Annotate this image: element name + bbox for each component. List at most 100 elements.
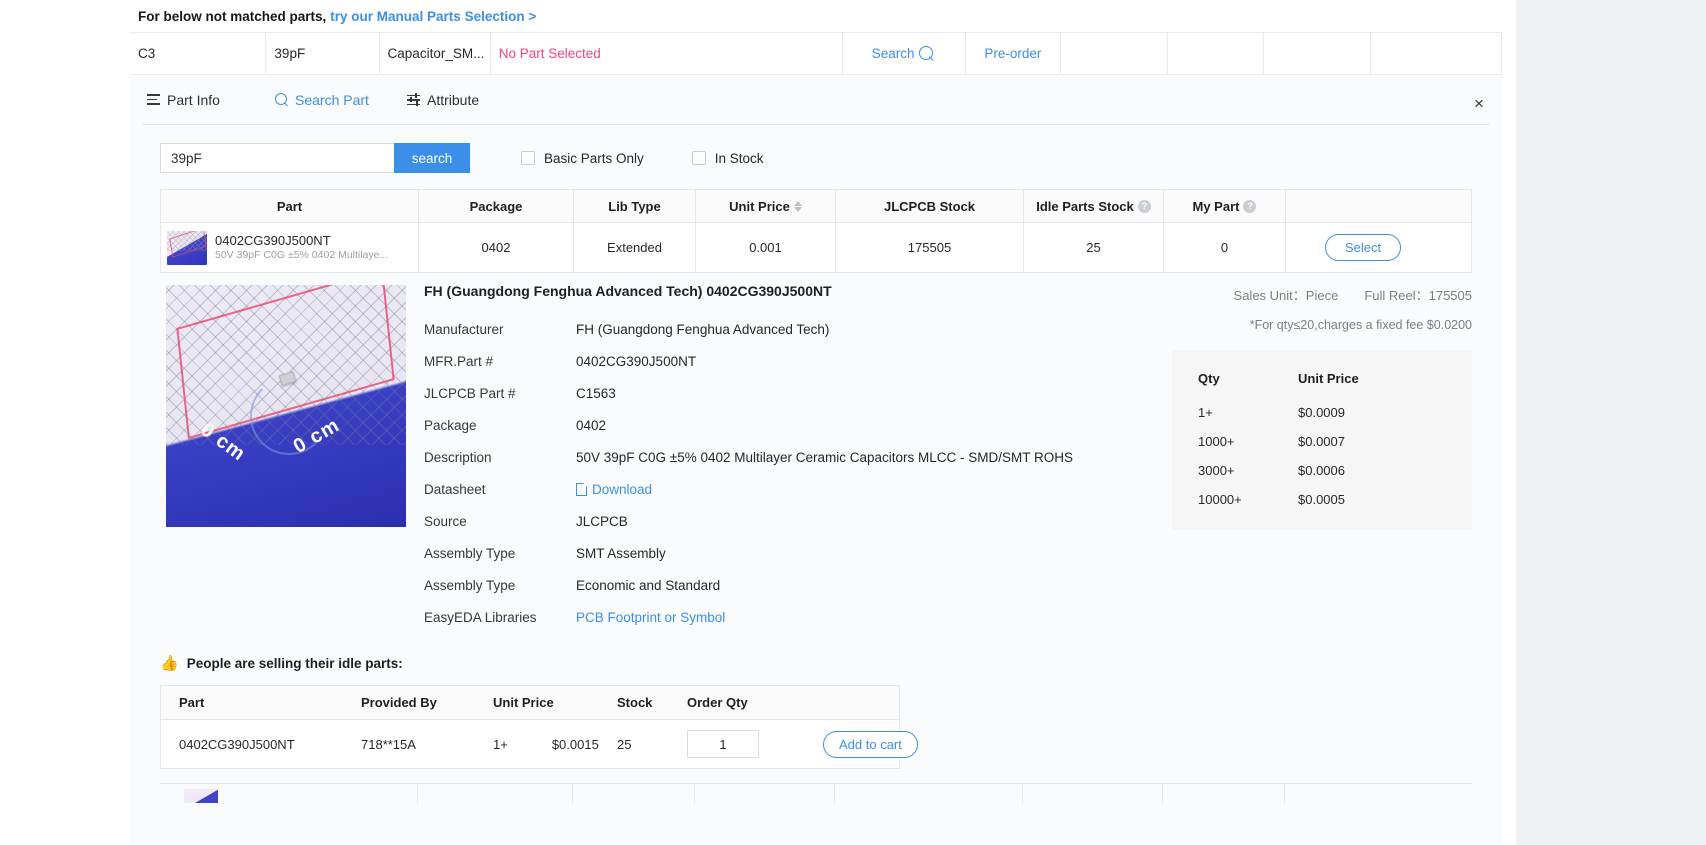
part-name: 0402CG390J500NT [215,232,331,248]
cell-blank-3 [1264,33,1372,74]
price-tier-row: 3000+ $0.0006 [1172,456,1472,485]
help-icon[interactable]: ? [1137,199,1151,213]
part-thumbnail-image [167,230,207,265]
price-qty: 1000+ [1198,434,1235,449]
field-assembly-type-2: Assembly Type Economic and Standard [424,578,1172,593]
field-key: Source [424,514,467,529]
cell-idle-parts-stock: 25 [1024,223,1164,272]
add-to-cart-button[interactable]: Add to cart [823,730,918,758]
cell-blank-1 [1061,33,1169,74]
app-root: For below not matched parts, try our Man… [0,0,1706,845]
price-tier-row: 10000+ $0.0005 [1172,485,1472,514]
datasheet-download-label: Download [592,482,653,497]
checkbox-icon [691,151,706,165]
sales-unit-label: Sales Unit：Piece [1233,288,1339,303]
cell-jlcpcb-stock: 175505 [836,223,1024,272]
search-input[interactable] [160,143,394,173]
close-icon[interactable]: × [1470,95,1488,113]
preorder-button[interactable]: Pre-order [966,33,1062,74]
cell-value[interactable]: 39pF [266,33,380,74]
field-key: Assembly Type [424,578,516,593]
search-row: search Basic Parts Only In Stock [142,125,1490,189]
part-strip-row: C3 39pF Capacitor_SM... No Part Selected… [130,33,1502,75]
peek-cell-unit-price [695,784,835,803]
field-source: Source JLCPCB [424,514,1172,529]
search-part-modal: × Part Info Search Part Attribute 39pF s… [130,75,1502,845]
tab-attribute-label: Attribute [427,91,480,108]
cell-designator[interactable]: C3 [130,33,267,74]
field-description: Description 50V 39pF C0G ±5% 0402 Multil… [424,450,1172,465]
pricing-panel: Sales Unit：Piece Full Reel：175505 *For q… [1172,281,1472,642]
modal-tabs: Part Info Search Part Attribute [142,75,1490,125]
right-gutter-inner [1502,0,1516,845]
fee-note: *For qty≤20,charges a fixed fee $0.0200 [1249,318,1472,332]
cell-part: 0402CG390J500NT 50V 39pF C0G ±5% 0402 Mu… [161,223,419,272]
sort-icon[interactable] [793,200,802,212]
field-jlcpcb-part-number: JLCPCB Part # C1563 [424,386,1172,401]
field-key: JLCPCB Part # [424,386,516,401]
idle-parts-title: 👍 People are selling their idle parts: [160,656,1490,671]
header-jlcpcb-stock: JLCPCB Stock [836,190,1024,222]
peek-cell-lib-type [573,784,695,803]
search-button-label: Search [871,46,915,61]
price-value: $0.0005 [1298,492,1345,507]
field-package: Package 0402 [424,418,1172,433]
header-order-qty: Order Qty [687,695,748,710]
header-unit-price[interactable]: Unit Price [696,190,836,222]
tab-part-info[interactable]: Part Info [147,92,275,108]
idle-parts-table-header: Part Provided By Unit Price Stock Order … [161,686,899,720]
peek-cell-part [160,784,418,803]
pcb-footprint-symbol-link[interactable]: PCB Footprint or Symbol [576,610,725,625]
datasheet-download-link[interactable]: Download [576,482,652,497]
idle-parts-title-label: People are selling their idle parts: [186,656,403,671]
header-part: Part [161,190,419,222]
header-action [805,686,899,719]
cell-unit-price: 0.001 [696,223,836,272]
field-datasheet: Datasheet Download [424,482,1172,497]
help-icon[interactable]: ? [1243,199,1257,213]
notice-bar: For below not matched parts, try our Man… [130,0,1502,33]
header-part: Part [179,695,205,710]
part-detail-image: 0 cm 0 cm [166,285,406,527]
price-tier-row: 1000+ $0.0007 [1172,427,1472,456]
in-stock-checkbox[interactable]: In Stock [691,151,764,166]
basic-parts-only-checkbox[interactable]: Basic Parts Only [521,151,644,166]
field-key: Assembly Type [424,546,516,561]
order-qty-input[interactable] [687,730,759,758]
field-value: C1563 [576,386,616,401]
tab-search-part[interactable]: Search Part [275,92,407,108]
search-part-button[interactable]: Search [843,33,966,74]
field-key: EasyEDA Libraries [424,610,537,625]
part-description: 50V 39pF C0G ±5% 0402 Multilaye... [215,249,389,262]
cell-footprint[interactable]: Capacitor_SM... [380,33,491,74]
table-row[interactable]: 0402CG390J500NT 50V 39pF C0G ±5% 0402 Mu… [161,223,1471,272]
manual-parts-selection-link[interactable]: try our Manual Parts Selection > [330,9,536,24]
tab-search-part-label: Search Part [295,91,369,108]
cell-provided-by: 718**15A [361,736,416,752]
cell-action: Add to cart [805,730,918,758]
cell-blank-2 [1168,33,1265,74]
peek-cell-package [418,784,573,803]
right-gutter [1516,0,1706,845]
list-icon [147,94,160,105]
peek-cell-idle-stock [1023,784,1163,803]
search-box: search [160,143,470,173]
search-icon [275,93,288,106]
cell-unit-price-value: $0.0015 [551,736,599,752]
header-my-part: My Part ? [1164,190,1286,222]
select-button[interactable]: Select [1324,234,1402,261]
cell-lib-type: Extended [574,223,696,272]
part-detail-fields: FH (Guangdong Fenghua Advanced Tech) 040… [406,281,1172,642]
field-manufacturer: Manufacturer FH (Guangdong Fenghua Advan… [424,322,1172,337]
header-idle-parts-stock-label: Idle Parts Stock [1036,198,1134,214]
idle-parts-table: Part Provided By Unit Price Stock Order … [160,685,918,769]
search-submit-button[interactable]: search [394,143,470,173]
notice-text: For below not matched parts, [138,8,327,24]
field-value: SMT Assembly [576,546,666,561]
price-value: $0.0007 [1298,434,1345,449]
cell-part: 0402CG390J500NT [179,736,295,752]
field-value: 50V 39pF C0G ±5% 0402 Multilayer Ceramic… [576,450,1074,465]
table-row: 0402CG390J500NT 718**15A 1+ $0.0015 25 A… [161,720,918,768]
tab-attribute[interactable]: Attribute [407,92,479,108]
field-key: Datasheet [424,482,486,497]
